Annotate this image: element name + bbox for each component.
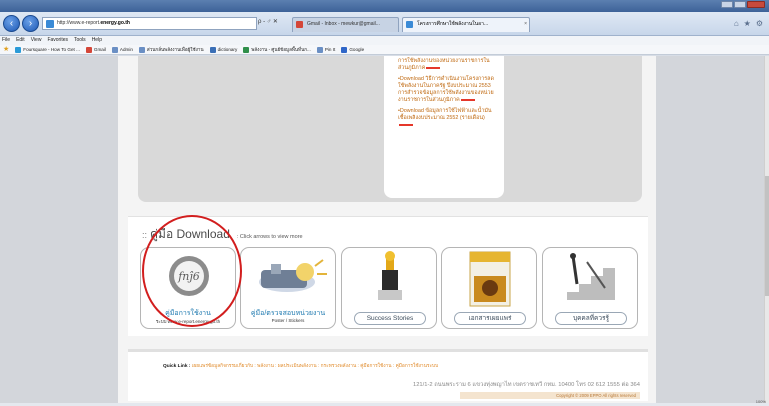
favorite-label: Google — [349, 46, 365, 52]
google-icon — [341, 46, 348, 53]
download-card-poster[interactable]: คู่มือ/ตรวจสอบหน่วยงาน Poster / Stickers — [240, 247, 336, 329]
footer-copyright: Copyright © 2009 EPPO All rights reserve… — [460, 392, 640, 399]
menu-tools[interactable]: Tools — [74, 36, 86, 45]
address-url-domain: energy.go.th — [100, 20, 130, 26]
page-icon — [138, 46, 145, 53]
favorite-admin[interactable]: Admin — [111, 45, 133, 54]
minimize-button[interactable] — [721, 1, 733, 8]
dictionary-icon — [209, 46, 216, 53]
web-page: การใช้พลังงานของหน่วยงานราชการในส่วนภูมิ… — [0, 56, 764, 403]
page-scrollbar[interactable] — [764, 56, 769, 403]
favorites-bar: ★ Foursquare - How To Get ... Gmail Admi… — [0, 45, 769, 55]
favorite-label: Admin — [119, 46, 133, 52]
favorite-foursquare[interactable]: Foursquare - How To Get ... — [15, 45, 80, 54]
close-tab-icon[interactable]: × — [524, 18, 527, 31]
window-controls — [721, 1, 765, 8]
menu-edit[interactable]: Edit — [16, 36, 25, 45]
gmail-icon — [296, 21, 303, 28]
menu-favorites[interactable]: Favorites — [47, 36, 68, 45]
favorite-label: Foursquare - How To Get ... — [23, 46, 80, 52]
book-cover-icon — [469, 251, 511, 307]
card-caption: เอกสารเผยแพร่ — [454, 312, 526, 325]
site-favicon-icon — [46, 20, 54, 28]
trophy-icon — [378, 251, 402, 300]
download-card-publications[interactable]: เอกสารเผยแพร่ — [441, 247, 537, 329]
foursquare-icon — [15, 46, 22, 53]
menu-view[interactable]: View — [31, 36, 42, 45]
card-subcaption: Poster / Stickers — [271, 318, 305, 323]
favorite-energy-map[interactable]: พลังงาน - ศูนย์ข้อมูลพื้นที่นก... — [243, 45, 311, 54]
gmail-icon — [85, 46, 92, 53]
close-window-button[interactable] — [747, 1, 765, 8]
navigation-bar: ‹ › http://www.e-report.energy.go.th ρ -… — [0, 12, 769, 36]
address-url-prefix: http://www.e-report. — [57, 20, 101, 26]
globe-icon — [243, 46, 250, 53]
maximize-button[interactable] — [734, 1, 746, 8]
address-tools[interactable]: ρ - ♂ ✕ — [258, 18, 278, 25]
menu-bar: File Edit View Favorites Tools Help — [0, 36, 769, 45]
favorite-label: Pin It — [324, 46, 336, 52]
favorite-label: ส่วนกลั่นพลังงานเพื่อผู้ใช้งาน — [146, 46, 204, 52]
download-hint: : Click arrows to view more — [236, 234, 303, 240]
address-bar[interactable]: http://www.e-report.energy.go.th — [42, 17, 257, 30]
new-badge-icon — [460, 98, 475, 101]
browser-tool-icons: ⌂ ★ ⚙ — [734, 19, 763, 28]
lightbulb-pump-icon — [259, 259, 327, 292]
download-card-people[interactable]: บุคคลที่ควรรู้ — [542, 247, 638, 329]
new-badge-icon — [426, 66, 441, 69]
favorites-star-icon[interactable]: ★ — [744, 19, 751, 28]
favorite-google[interactable]: Google — [341, 45, 364, 54]
gear-icon[interactable]: ⚙ — [756, 19, 763, 28]
forward-button[interactable]: › — [22, 15, 39, 32]
page-footer: Quick Link : เผยแพร่ข้อมูลกิจกรรมเกี่ยวก… — [128, 349, 648, 401]
window-titlebar — [0, 0, 769, 12]
home-icon[interactable]: ⌂ — [734, 19, 739, 28]
favorites-star-icon[interactable]: ★ — [3, 45, 9, 54]
tab-gmail[interactable]: Gmail - Inbox - mewkur@gmail... — [292, 17, 399, 32]
card-caption: บุคคลที่ควรรู้ — [555, 312, 627, 325]
favorite-energy[interactable]: ส่วนกลั่นพลังงานเพื่อผู้ใช้งาน — [138, 45, 204, 54]
sidebar-news-box: การใช้พลังงานของหน่วยงานราชการในส่วนภูมิ… — [384, 56, 504, 198]
sidebar-link-1[interactable]: การใช้พลังงานของหน่วยงานราชการในส่วนภูมิ… — [398, 58, 494, 72]
back-button[interactable]: ‹ — [3, 15, 20, 32]
favorite-gmail[interactable]: Gmail — [85, 45, 106, 54]
page-icon — [316, 46, 323, 53]
new-badge-icon — [399, 123, 413, 126]
red-highlight-annotation — [142, 215, 242, 327]
download-card-success-stories[interactable]: Success Stories — [341, 247, 437, 329]
section-marker: :: — [142, 230, 148, 240]
tab-label: Gmail - Inbox - mewkur@gmail... — [307, 21, 380, 27]
favorite-label: dictionary — [217, 46, 238, 52]
quick-link-label: Quick Link : — [163, 364, 191, 369]
favorite-pin-it[interactable]: Pin It — [316, 45, 336, 54]
tab-label: โครงการศึกษาใช้พลังงานในอา... — [417, 21, 489, 27]
favorite-label: พลังงาน - ศูนย์ข้อมูลพื้นที่นก... — [251, 46, 311, 52]
menu-help[interactable]: Help — [92, 36, 102, 45]
footer-address: 121/1-2 ถนนพระราม 6 แขวงทุ่งพญาไท เขตราช… — [412, 382, 640, 388]
stairs-person-icon — [567, 253, 615, 300]
tab-energy-report[interactable]: โครงการศึกษาใช้พลังงานในอา... × — [402, 17, 530, 32]
scrollbar-thumb[interactable] — [765, 176, 769, 296]
sidebar-link-3[interactable]: •Download ข้อมูลการใช้ไฟฟ้าและน้ำมันเชื้… — [398, 108, 494, 129]
menu-file[interactable]: File — [2, 36, 10, 45]
zoom-level[interactable]: 100% — [756, 399, 766, 404]
page-icon — [111, 46, 118, 53]
page-icon — [406, 21, 413, 28]
quick-links: Quick Link : เผยแพร่ข้อมูลกิจกรรมเกี่ยวก… — [163, 362, 438, 370]
card-caption: Success Stories — [354, 312, 426, 325]
favorite-dictionary[interactable]: dictionary — [209, 45, 238, 54]
sidebar-link-2[interactable]: •Download วิธีการดำเนินงานโครงการลดใช้พล… — [398, 76, 494, 104]
favorite-label: Gmail — [93, 46, 106, 52]
quick-link-list[interactable]: เผยแพร่ข้อมูลกิจกรรมเกี่ยวกับ : พลังงาน … — [192, 364, 438, 369]
